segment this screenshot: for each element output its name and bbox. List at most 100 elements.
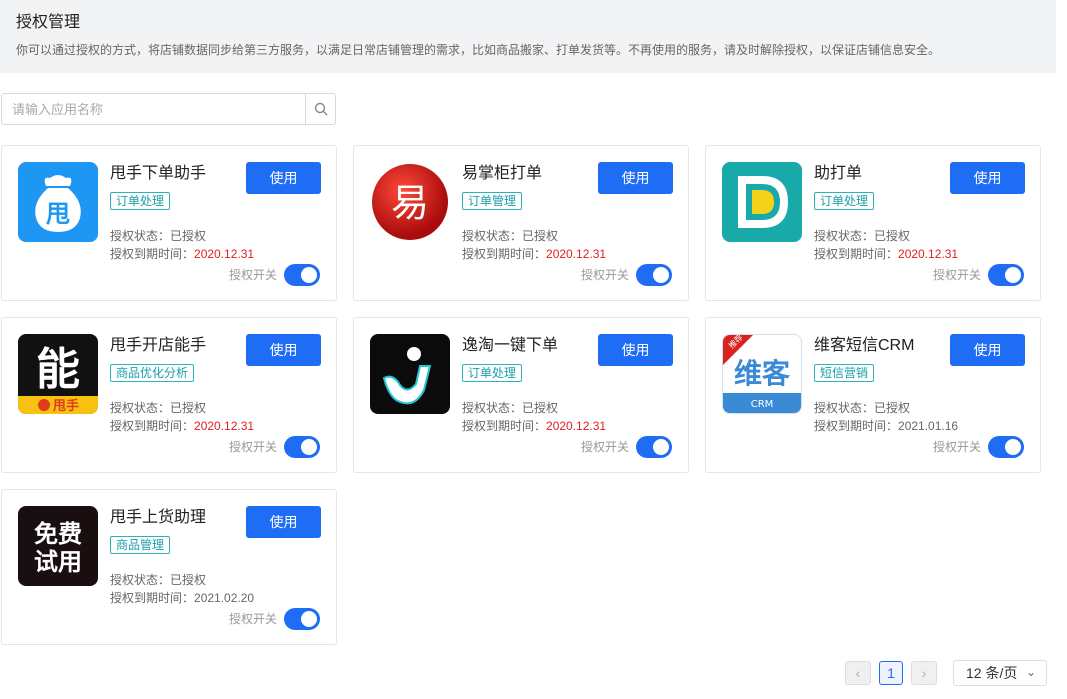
- d-logo-icon: D: [738, 176, 788, 228]
- prev-page-button[interactable]: ‹: [845, 661, 871, 685]
- auth-expiry: 授权到期时间：2020.12.31: [462, 247, 607, 261]
- auth-status: 授权状态：已授权: [110, 573, 207, 587]
- search-icon: [314, 102, 327, 116]
- next-page-button[interactable]: ›: [911, 661, 937, 685]
- auth-switch-label: 授权开关: [581, 268, 630, 282]
- auth-expiry: 授权到期时间：2020.12.31: [110, 247, 255, 261]
- auth-switch-label: 授权开关: [933, 440, 982, 454]
- category-tag: 订单处理: [814, 192, 875, 210]
- svg-text:CRM: CRM: [751, 399, 774, 410]
- category-tag: 短信营销: [814, 364, 875, 382]
- app-card: j 逸淘一键下单 订单处理 使用 授权状态：已授权 授权到期时间：2020.12…: [353, 317, 689, 473]
- auth-toggle[interactable]: [284, 608, 320, 630]
- expiry-date: 2020.12.31: [898, 247, 959, 261]
- auth-status: 授权状态：已授权: [814, 401, 911, 415]
- auth-expiry: 授权到期时间：2020.12.31: [462, 419, 607, 433]
- svg-text:甩: 甩: [46, 200, 70, 228]
- app-name: 甩手上货助理: [110, 509, 207, 526]
- auth-status: 授权状态：已授权: [110, 229, 207, 243]
- app-logo: D: [722, 162, 802, 242]
- auth-status: 授权状态：已授权: [462, 401, 559, 415]
- app-name: 逸淘一键下单: [462, 337, 559, 354]
- auth-toggle[interactable]: [988, 264, 1024, 286]
- app-card: 维客 CRM 推荐 维客短信CRM 短信营销 使用 授权状态：已授权 授权到期时…: [705, 317, 1041, 473]
- app-name: 甩手开店能手: [110, 337, 207, 354]
- auth-expiry: 授权到期时间：2021.02.20: [110, 591, 255, 605]
- auth-toggle[interactable]: [988, 436, 1024, 458]
- auth-switch-label: 授权开关: [229, 612, 278, 626]
- app-name: 助打单: [814, 165, 863, 182]
- page-description: 你可以通过授权的方式，将店铺数据同步给第三方服务，以满足日常店铺管理的需求，比如…: [16, 43, 941, 57]
- category-tag: 订单管理: [462, 192, 523, 210]
- use-button[interactable]: 使用: [246, 162, 321, 194]
- category-tag: 商品优化分析: [110, 364, 195, 382]
- use-button[interactable]: 使用: [246, 334, 321, 366]
- expiry-date: 2020.12.31: [194, 419, 255, 433]
- use-button[interactable]: 使用: [598, 162, 673, 194]
- auth-switch-label: 授权开关: [229, 268, 278, 282]
- money-bag-icon: 甩: [35, 175, 81, 232]
- auth-expiry: 授权到期时间：2021.01.16: [814, 419, 959, 433]
- category-tag: 订单处理: [110, 192, 171, 210]
- page-header: 授权管理 你可以通过授权的方式，将店铺数据同步给第三方服务，以满足日常店铺管理的…: [0, 0, 1056, 73]
- app-logo: 能 甩手: [18, 334, 98, 414]
- neng-logo-icon: 能 甩手: [18, 344, 98, 414]
- auth-status: 授权状态：已授权: [462, 229, 559, 243]
- auth-expiry: 授权到期时间：2020.12.31: [110, 419, 255, 433]
- app-card: D 助打单 订单处理 使用 授权状态：已授权 授权到期时间：2020.12.31…: [705, 145, 1041, 301]
- chevron-right-icon: ›: [921, 665, 927, 681]
- auth-toggle[interactable]: [284, 436, 320, 458]
- category-tag: 商品管理: [110, 536, 171, 554]
- yi-logo-icon: 易: [372, 164, 448, 240]
- app-logo: 易: [370, 162, 450, 242]
- page-size-select[interactable]: 12 条/页 ⌄: [953, 660, 1047, 686]
- app-logo: 维客 CRM 推荐: [722, 334, 802, 414]
- expiry-date: 2021.01.16: [898, 419, 959, 433]
- svg-text:免费: 免费: [34, 520, 82, 548]
- expiry-date: 2020.12.31: [546, 419, 607, 433]
- search-button[interactable]: [305, 94, 335, 124]
- expiry-date: 2021.02.20: [194, 591, 255, 605]
- search-input[interactable]: [2, 94, 305, 124]
- j-logo-icon: j: [370, 334, 432, 405]
- chevron-down-icon: ⌄: [1025, 665, 1036, 679]
- free-trial-logo-icon: 免费 试用: [34, 520, 82, 576]
- auth-expiry: 授权到期时间：2020.12.31: [814, 247, 959, 261]
- use-button[interactable]: 使用: [950, 334, 1025, 366]
- svg-text:甩手: 甩手: [52, 398, 79, 414]
- svg-text:能: 能: [36, 344, 80, 395]
- auth-toggle[interactable]: [636, 264, 672, 286]
- app-card: 免费 试用 甩手上货助理 商品管理 使用 授权状态：已授权 授权到期时间：202…: [1, 489, 337, 645]
- app-card: 易 易掌柜打单 订单管理 使用 授权状态：已授权 授权到期时间：2020.12.…: [353, 145, 689, 301]
- app-name: 易掌柜打单: [462, 165, 543, 182]
- svg-text:j: j: [370, 334, 371, 335]
- chevron-left-icon: ‹: [855, 665, 861, 681]
- app-name: 甩手下单助手: [110, 165, 207, 182]
- app-card: 甩 甩手下单助手 订单处理 使用 授权状态：已授权 授权到期时间：2020.12…: [1, 145, 337, 301]
- auth-toggle[interactable]: [284, 264, 320, 286]
- weike-logo-icon: 维客 CRM 推荐: [723, 335, 801, 413]
- category-tag: 订单处理: [462, 364, 523, 382]
- auth-status: 授权状态：已授权: [814, 229, 911, 243]
- page-number-current[interactable]: 1: [879, 661, 903, 685]
- expiry-date: 2020.12.31: [194, 247, 255, 261]
- app-card: 能 甩手 甩手开店能手 商品优化分析 使用 授权状态：已授权 授权到期时间：20…: [1, 317, 337, 473]
- auth-switch-label: 授权开关: [229, 440, 278, 454]
- app-name: 维客短信CRM: [814, 337, 915, 354]
- search-box: [1, 93, 336, 125]
- svg-text:维客: 维客: [734, 357, 791, 390]
- auth-switch-label: 授权开关: [581, 440, 630, 454]
- use-button[interactable]: 使用: [246, 506, 321, 538]
- use-button[interactable]: 使用: [598, 334, 673, 366]
- svg-text:试用: 试用: [34, 548, 82, 576]
- app-logo: 免费 试用: [18, 506, 98, 586]
- auth-switch-label: 授权开关: [933, 268, 982, 282]
- page-title: 授权管理: [16, 14, 81, 31]
- expiry-date: 2020.12.31: [546, 247, 607, 261]
- app-logo: j: [370, 334, 450, 414]
- auth-toggle[interactable]: [636, 436, 672, 458]
- use-button[interactable]: 使用: [950, 162, 1025, 194]
- svg-text:易: 易: [391, 181, 429, 225]
- auth-status: 授权状态：已授权: [110, 401, 207, 415]
- app-logo: 甩: [18, 162, 98, 242]
